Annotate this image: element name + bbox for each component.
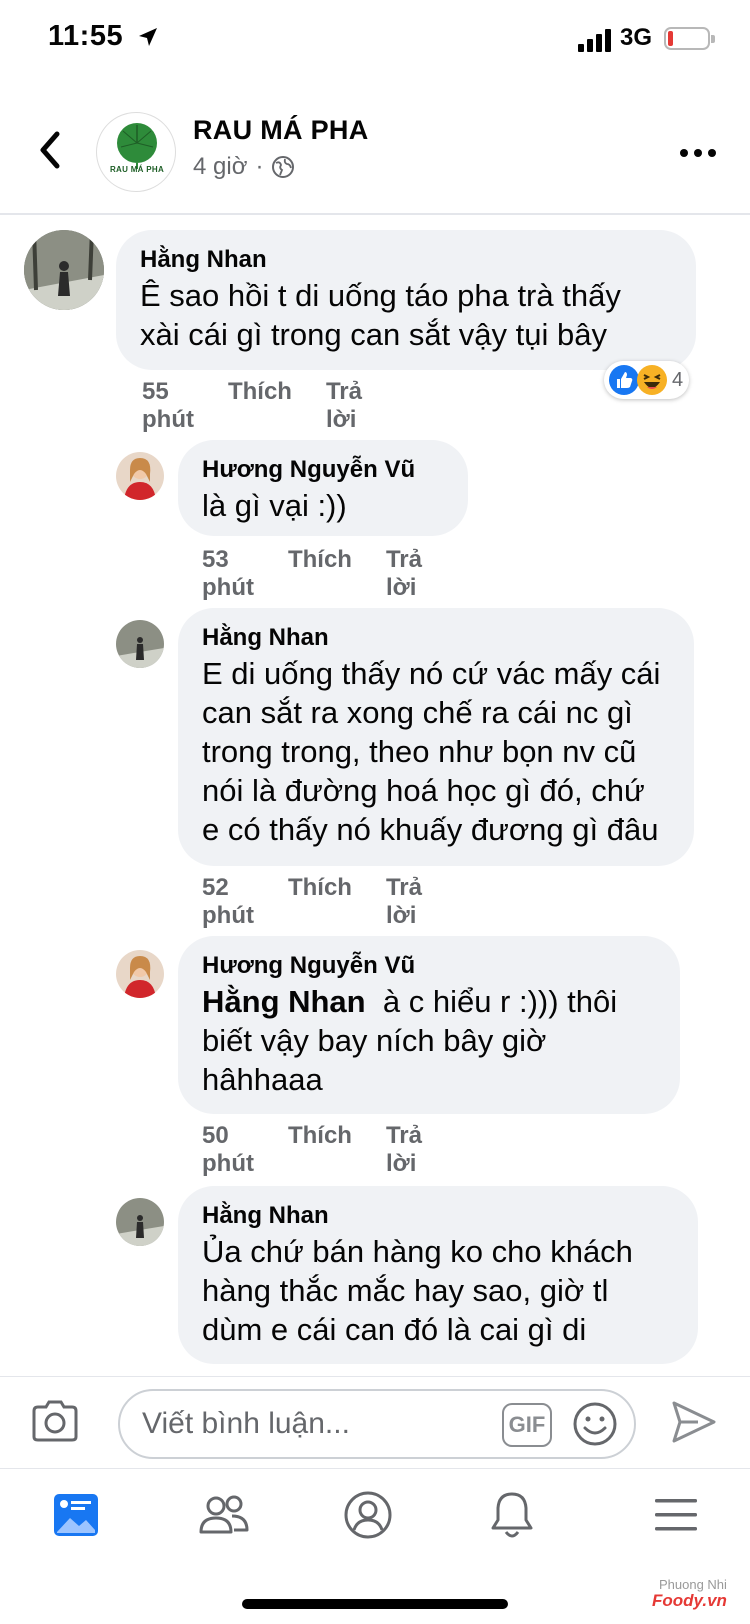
comment-time: 52 phút: [202, 874, 254, 929]
profile-icon: [344, 1491, 392, 1539]
comment-bubble[interactable]: Hương Nguyễn Vũ là gì vại :)): [178, 440, 468, 536]
tab-profile[interactable]: [340, 1487, 396, 1543]
comment-text-line: xài cái gì trong can sắt vậy tụi bây: [140, 317, 607, 352]
tab-news-feed[interactable]: [48, 1487, 104, 1543]
comment-text-line: là gì vại :)): [202, 488, 347, 523]
comment-bubble[interactable]: Hằng Nhan Ủa chứ bán hàng ko cho khách h…: [178, 1186, 698, 1364]
comment-text-line: E di uống thấy nó cứ vác mấy cái: [202, 656, 661, 691]
avatar-photo: [116, 452, 164, 500]
avatar[interactable]: [116, 452, 164, 500]
tab-friends[interactable]: [196, 1487, 252, 1543]
comment-time: 50 phút: [202, 1122, 254, 1177]
reactions-count: 4: [672, 368, 684, 391]
comment-author[interactable]: Hương Nguyễn Vũ: [202, 950, 656, 982]
comment-author[interactable]: Hằng Nhan: [202, 622, 670, 654]
more-options-button[interactable]: [680, 143, 720, 163]
comment-actions: 52 phút Thích Trả lời: [202, 874, 422, 930]
reply-button[interactable]: Trả lời: [386, 546, 422, 602]
haha-icon: [637, 365, 667, 395]
comment-text-line: Ủa chứ bán hàng ko cho khách: [202, 1234, 633, 1269]
mention-tag[interactable]: Hằng Nhan: [202, 984, 366, 1019]
comment-text-line: hâhhaaa: [202, 1062, 323, 1097]
comment-text-line: hàng thắc mắc hay sao, giờ tl: [202, 1273, 609, 1308]
dot: [680, 149, 688, 157]
logo-text: RAU MÁ PHA: [109, 165, 165, 174]
post-meta: 4 giờ ·: [193, 153, 295, 181]
camera-icon[interactable]: [30, 1399, 80, 1443]
comment-input[interactable]: [142, 1391, 482, 1457]
comment-bubble[interactable]: Hằng Nhan Ê sao hồi t di uống táo pha tr…: [116, 230, 696, 370]
tab-menu[interactable]: [648, 1487, 704, 1543]
watermark-brand: Foody.vn: [652, 1591, 727, 1610]
post-header: RAU MÁ PHA RAU MÁ PHA 4 giờ ·: [0, 95, 750, 215]
avatar[interactable]: [116, 1198, 164, 1246]
comment-text-line: dùm e cái can đó là cai gì di: [202, 1312, 587, 1347]
leaf-logo-icon: [117, 123, 157, 169]
tab-notifications[interactable]: [484, 1487, 540, 1543]
comment-bubble[interactable]: Hương Nguyễn Vũ Hằng Nhan à c hiểu r :))…: [178, 936, 680, 1114]
avatar-photo: [24, 230, 104, 310]
comment-text-line: Ê sao hồi t di uống táo pha trà thấy: [140, 278, 621, 313]
comment-author[interactable]: Hằng Nhan: [140, 244, 672, 276]
gif-button[interactable]: GIF: [502, 1403, 552, 1447]
avatar-photo: [116, 620, 164, 668]
comment-actions: 50 phút Thích Trả lời: [202, 1122, 422, 1178]
comment-bubble[interactable]: Hằng Nhan E di uống thấy nó cứ vác mấy c…: [178, 608, 694, 866]
tab-bar: Phuong Nhi Foody.vn: [0, 1468, 750, 1624]
like-button[interactable]: Thích: [288, 874, 352, 930]
emoji-icon[interactable]: [572, 1401, 618, 1447]
chevron-left-icon: [40, 131, 60, 169]
comment-text-line: nói là đường hoá học gì đó, chứ: [202, 773, 645, 808]
like-button[interactable]: Thích: [228, 378, 292, 434]
menu-icon: [655, 1499, 697, 1531]
comment-text-line: Hằng Nhan à c hiểu r :))) thôi: [202, 982, 656, 1021]
meta-separator: ·: [255, 153, 264, 180]
comment-actions: 55 phút Thích Trả lời: [142, 378, 362, 434]
comment-text-line: trong trong, theo như bọn nv cũ: [202, 734, 637, 769]
status-bar: 11:55 3G: [0, 0, 750, 80]
comment-composer: GIF: [0, 1376, 750, 1468]
cellular-signal-icon: [578, 28, 614, 52]
back-button[interactable]: [30, 125, 70, 175]
reply-button[interactable]: Trả lời: [386, 1122, 422, 1178]
reply-button[interactable]: Trả lời: [326, 378, 362, 434]
comment-time: 53 phút: [202, 546, 254, 601]
avatar-photo: [116, 1198, 164, 1246]
comment-time: 55 phút: [142, 378, 194, 433]
comment-text: à c hiểu r :))) thôi: [382, 984, 618, 1019]
battery-icon: [664, 27, 715, 50]
avatar[interactable]: [24, 230, 104, 310]
watermark: Phuong Nhi Foody.vn: [652, 1577, 727, 1609]
avatar-photo: [116, 950, 164, 998]
page-name[interactable]: RAU MÁ PHA: [193, 115, 369, 146]
friends-icon: [199, 1495, 249, 1534]
send-icon[interactable]: [670, 1399, 718, 1445]
dot: [694, 149, 702, 157]
comment-author[interactable]: Hương Nguyễn Vũ: [202, 454, 444, 486]
globe-icon: [272, 156, 295, 178]
home-indicator[interactable]: [242, 1599, 508, 1609]
avatar[interactable]: [116, 620, 164, 668]
page-avatar[interactable]: RAU MÁ PHA: [96, 112, 176, 192]
dot: [708, 149, 716, 157]
avatar[interactable]: [116, 950, 164, 998]
comment-actions: 53 phút Thích Trả lời: [202, 546, 422, 602]
comment-text-line: biết vậy bay ních bây giờ: [202, 1023, 547, 1058]
reply-button[interactable]: Trả lời: [386, 874, 422, 930]
comment-author[interactable]: Hằng Nhan: [202, 1200, 674, 1232]
status-time: 11:55: [48, 20, 124, 52]
location-arrow-icon: [139, 28, 157, 46]
like-button[interactable]: Thích: [288, 546, 352, 602]
comment-text-line: e có thấy nó khuấy đương gì đâu: [202, 812, 659, 847]
comment-input-wrapper: GIF: [118, 1389, 636, 1459]
notifications-icon: [491, 1492, 533, 1538]
reactions-summary[interactable]: 4: [604, 361, 690, 399]
network-type: 3G: [620, 24, 653, 51]
comment-text-line: can sắt ra xong chế ra cái nc gì: [202, 695, 633, 730]
like-button[interactable]: Thích: [288, 1122, 352, 1178]
news-feed-icon: [54, 1494, 98, 1536]
post-time: 4 giờ: [193, 153, 248, 180]
